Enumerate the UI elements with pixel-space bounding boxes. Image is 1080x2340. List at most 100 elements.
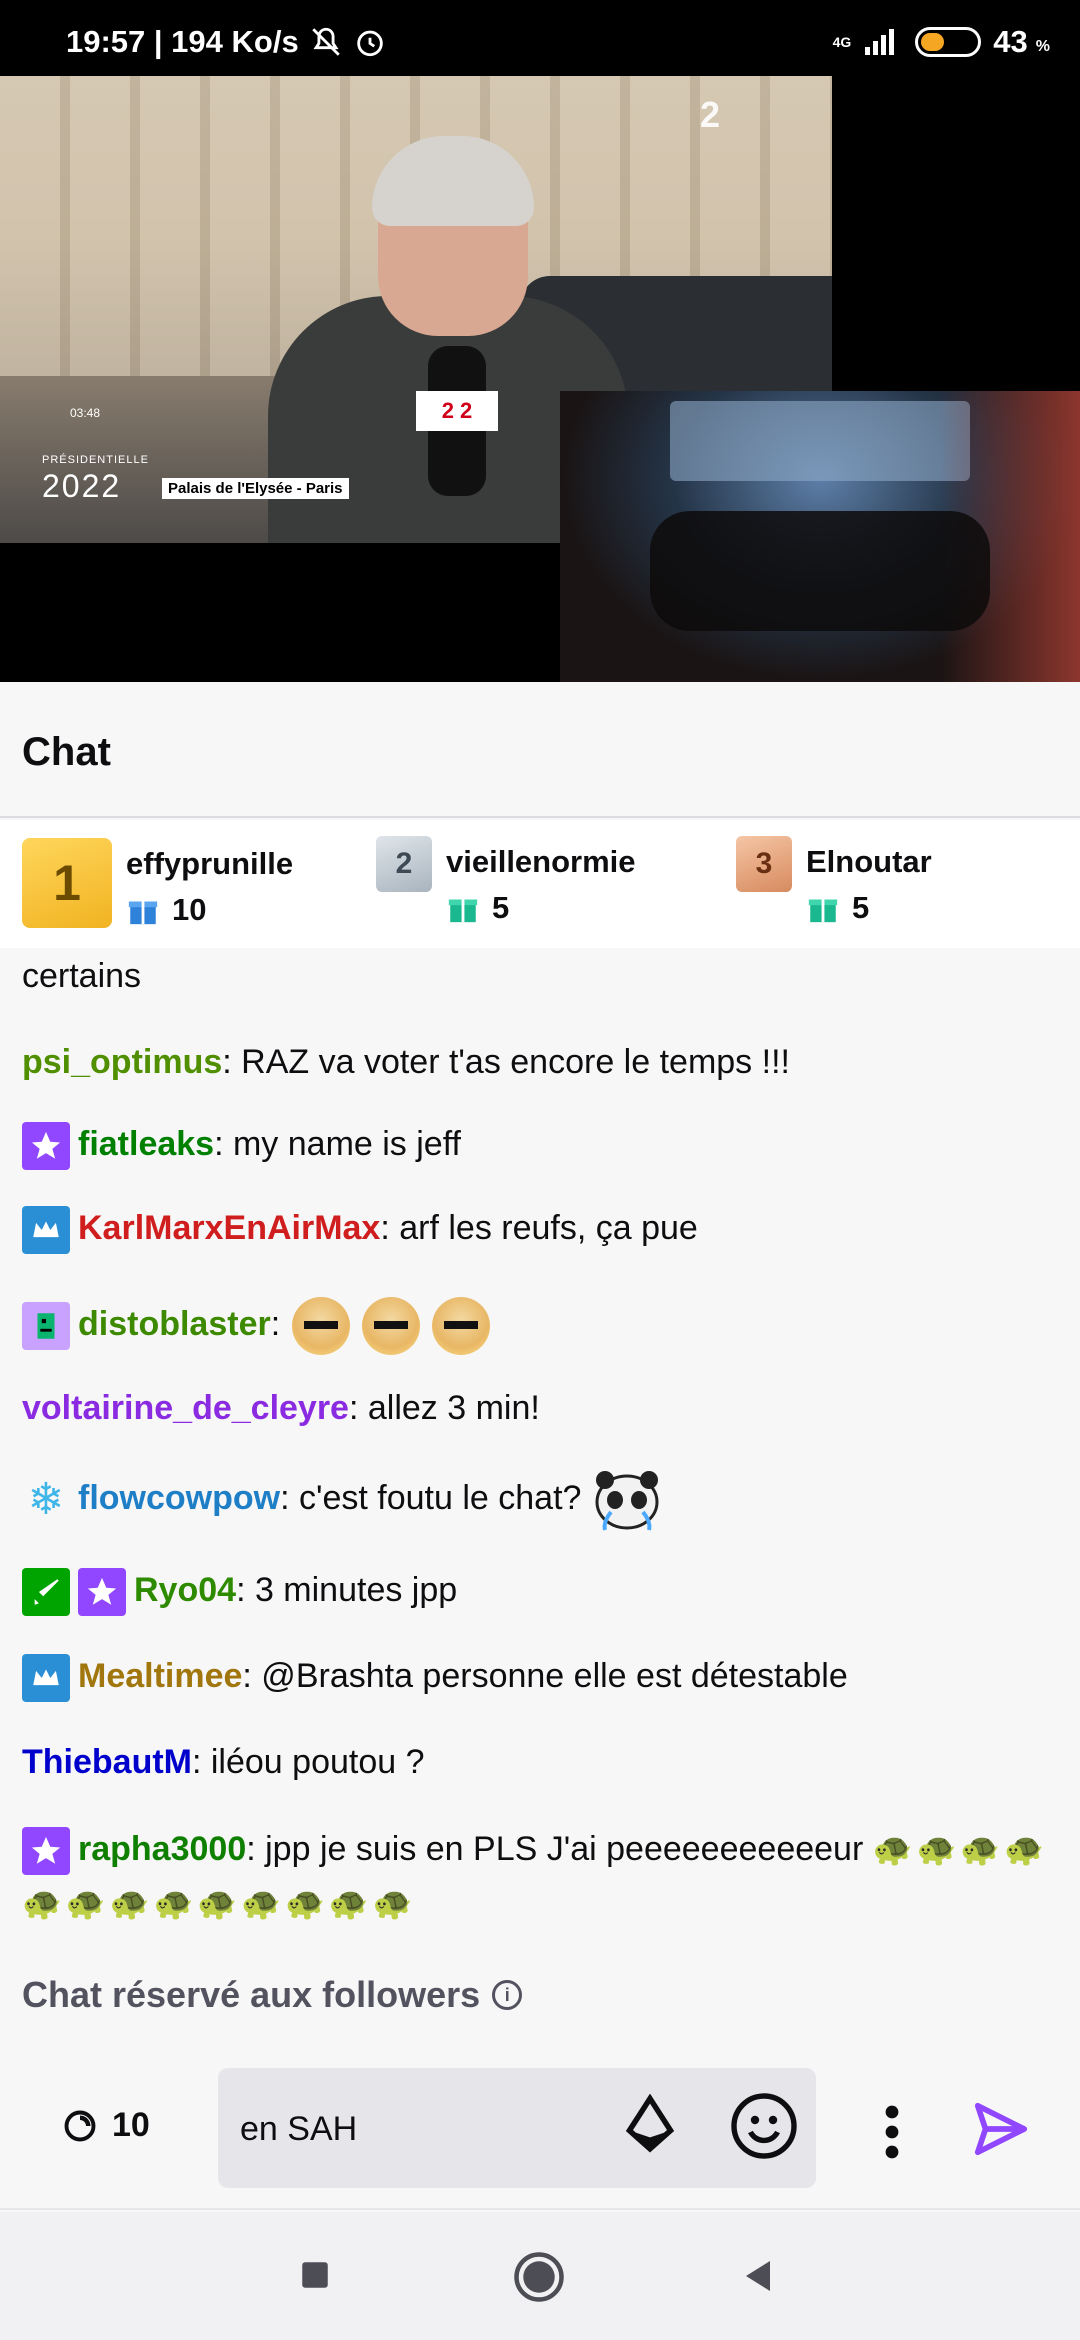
message-text: : arf les reufs, ça pue xyxy=(380,1209,698,1247)
emote-icon[interactable] xyxy=(432,1297,491,1356)
send-icon[interactable] xyxy=(970,2098,1032,2165)
chat-message[interactable]: ThiebautM: iléou poutou ? xyxy=(22,1740,1062,1784)
event-year: 2022 xyxy=(42,468,122,504)
emote-icon[interactable] xyxy=(292,1297,351,1356)
message-text: : xyxy=(270,1305,281,1343)
turtle-emoji-icon: 🐢 xyxy=(372,1885,413,1921)
status-bar: 19:57 | 194 Ko/s 4G 43 % xyxy=(0,0,1080,76)
chat-title: Chat xyxy=(22,730,111,774)
system-nav-bar xyxy=(0,2212,1080,2340)
emoji-icon[interactable] xyxy=(728,2090,800,2167)
info-icon[interactable]: i xyxy=(492,1980,523,2010)
chat-message[interactable]: KarlMarxEnAirMax: arf les reufs, ça pue xyxy=(22,1206,1062,1255)
crown-badge-icon[interactable] xyxy=(22,1206,70,1255)
chat-username[interactable]: Mealtimee xyxy=(78,1657,242,1695)
back-icon[interactable] xyxy=(740,2258,776,2299)
message-text: : jpp je suis en PLS J'ai peeeeeeeeeeeur xyxy=(246,1830,864,1868)
turtle-emoji-icon: 🐢 xyxy=(65,1885,106,1921)
bits-icon[interactable] xyxy=(622,2093,678,2163)
leaderboard-name: vieillenormie xyxy=(446,844,636,879)
snowflake-badge-icon[interactable]: ❄ xyxy=(22,1475,70,1524)
chat-username[interactable]: distoblaster xyxy=(78,1305,271,1343)
crown-badge-icon[interactable] xyxy=(22,1654,70,1703)
gold-gift-badge-icon: 1 xyxy=(22,838,112,928)
message-text: : 3 minutes jpp xyxy=(236,1571,458,1609)
event-label: PRÉSIDENTIELLE xyxy=(42,454,149,466)
chat-message-list[interactable]: certains psi_optimus: RAZ va voter t'as … xyxy=(0,948,1080,2000)
chat-username[interactable]: Ryo04 xyxy=(134,1571,236,1609)
more-icon[interactable] xyxy=(872,2104,912,2165)
chat-username[interactable]: voltairine_de_cleyre xyxy=(22,1389,349,1427)
turtle-emoji-icon: 🐢 xyxy=(285,1885,325,1921)
chat-message[interactable]: ❄ flowcowpow: c'est foutu le chat? xyxy=(22,1462,1062,1534)
chat-username[interactable]: KarlMarxEnAirMax xyxy=(78,1209,380,1247)
star-badge-icon[interactable] xyxy=(22,1827,70,1876)
chat-message[interactable]: Mealtimee: @Brashta personne elle est dé… xyxy=(22,1654,1062,1703)
chat-message-input[interactable] xyxy=(240,2104,600,2154)
status-right: 4G 43 % xyxy=(833,24,1050,60)
status-time: 19:57 | 194 Ko/s xyxy=(66,24,299,59)
message-text: : @Brashta personne elle est détestable xyxy=(242,1657,848,1695)
battery-unit: % xyxy=(1035,38,1050,55)
followers-only-label: Chat réservé aux followers xyxy=(22,1974,481,2015)
sword-badge-icon[interactable] xyxy=(22,1568,70,1617)
gift-leaderboard[interactable]: 1 effyprunille 10 2 vieillenormie 5 3 El… xyxy=(0,820,1080,948)
home-icon[interactable] xyxy=(512,2250,566,2309)
chat-message[interactable]: rapha3000: jpp je suis en PLS J'ai peeee… xyxy=(22,1822,1062,1930)
chat-input-bar: 10 xyxy=(0,2050,1080,2210)
turtle-emoji-icon: 🐢 xyxy=(22,1885,62,1921)
turtle-emoji-icon: 🐢 xyxy=(109,1885,150,1921)
message-text: certains xyxy=(22,957,142,995)
turtle-emoji-icon: 🐢 xyxy=(328,1885,369,1921)
chat-header: Chat xyxy=(0,682,1080,818)
turtle-emoji-icon: 🐢 xyxy=(960,1831,1001,1867)
leaderboard-count: 5 xyxy=(806,890,932,926)
status-left: 19:57 | 194 Ko/s xyxy=(66,24,387,60)
alarm-icon xyxy=(353,25,387,59)
turtle-emoji-icon: 🐢 xyxy=(916,1831,957,1867)
turtle-emoji-icon: 🐢 xyxy=(153,1885,194,1921)
video-clock: 03:48 xyxy=(70,406,101,420)
points-count: 10 xyxy=(112,2106,150,2144)
leaderboard-name: effyprunille xyxy=(126,846,294,881)
chat-message[interactable]: Ryo04: 3 minutes jpp xyxy=(22,1568,1062,1617)
turtle-emoji-icon: 🐢 xyxy=(197,1885,238,1921)
chat-username[interactable]: flowcowpow xyxy=(78,1479,280,1517)
followers-only-notice[interactable]: Chat réservé aux followers i xyxy=(22,1974,523,2016)
message-text: : my name is jeff xyxy=(214,1125,461,1163)
turtle-emoji-icon: 🐢 xyxy=(872,1831,913,1867)
battery-percent: 43 xyxy=(993,24,1028,59)
chat-message[interactable]: fiatleaks: my name is jeff xyxy=(22,1122,1062,1171)
chat-message[interactable]: voltairine_de_cleyre: allez 3 min! xyxy=(22,1386,1062,1430)
video-player[interactable]: 2 2 2 03:48 PRÉSIDENTIELLE 2022 Palais d… xyxy=(0,76,1080,682)
emote-icon[interactable] xyxy=(362,1297,421,1356)
leaderboard-count: 5 xyxy=(446,890,636,926)
chat-message[interactable]: certains xyxy=(22,954,1062,998)
leaderboard-entry-2[interactable]: 2 vieillenormie 5 xyxy=(376,836,636,926)
battery-icon xyxy=(915,27,982,57)
channel-points-icon xyxy=(64,2110,96,2141)
location-tag: Palais de l'Elysée - Paris xyxy=(162,478,349,499)
leaderboard-entry-1[interactable]: 1 effyprunille 10 xyxy=(22,838,293,928)
silver-gift-badge-icon: 2 xyxy=(376,836,432,892)
star-badge-icon[interactable] xyxy=(22,1122,70,1171)
message-text: : allez 3 min! xyxy=(348,1389,540,1427)
pixel-monster-badge-icon[interactable] xyxy=(22,1302,70,1351)
message-text: : c'est foutu le chat? xyxy=(280,1479,582,1517)
chat-message[interactable]: psi_optimus: RAZ va voter t'as encore le… xyxy=(22,1040,1062,1084)
message-input-box[interactable] xyxy=(218,2068,816,2188)
chat-username[interactable]: fiatleaks xyxy=(78,1125,214,1163)
star-badge-icon[interactable] xyxy=(78,1568,126,1617)
chat-username[interactable]: ThiebautM xyxy=(22,1743,192,1781)
mic-label: 2 2 xyxy=(416,391,498,431)
chat-message[interactable]: distoblaster: xyxy=(22,1284,1062,1364)
network-type: 4G xyxy=(832,34,852,50)
recent-apps-icon[interactable] xyxy=(298,2258,332,2297)
channel-points[interactable]: 10 xyxy=(62,2106,150,2145)
crying-panda-emote-icon[interactable] xyxy=(591,1468,663,1532)
leaderboard-entry-3[interactable]: 3 Elnoutar 5 xyxy=(736,836,932,926)
chat-username[interactable]: rapha3000 xyxy=(78,1830,246,1868)
chat-username[interactable]: psi_optimus xyxy=(22,1043,222,1081)
gift-icon xyxy=(448,899,478,923)
turtle-emoji-icon: 🐢 xyxy=(241,1885,282,1921)
